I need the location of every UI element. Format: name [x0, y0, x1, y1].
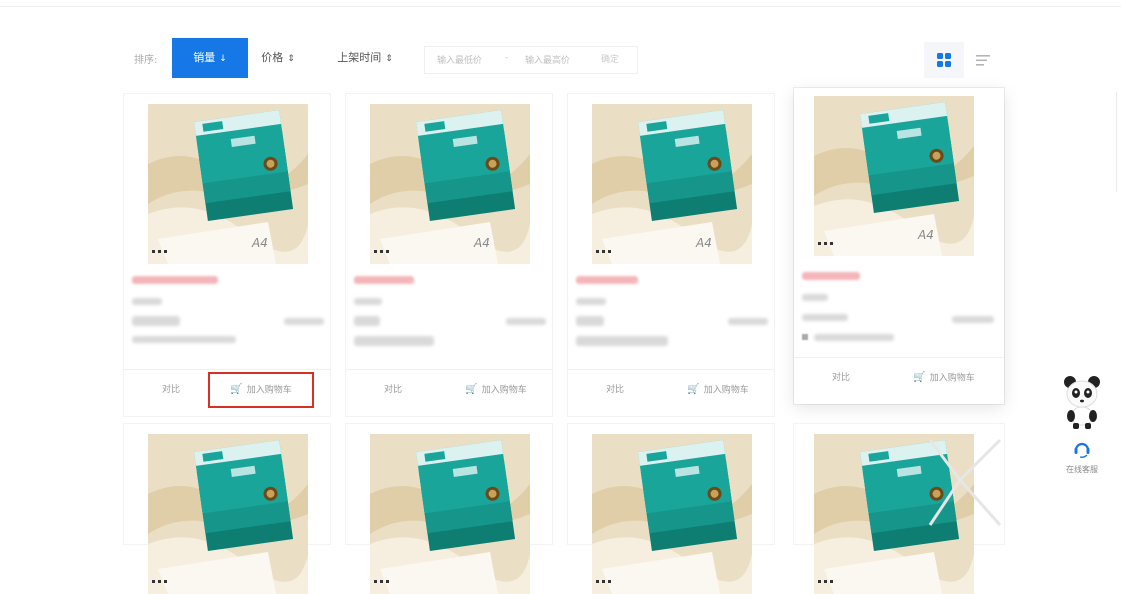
sort-by-sales-label: 销量 — [193, 51, 216, 64]
add-to-cart-button[interactable]: 🛒 加入购物车 — [208, 372, 314, 408]
card-divider — [124, 369, 330, 370]
product-image[interactable]: A4 — [592, 104, 752, 264]
cart-icon: 🛒 — [913, 372, 926, 383]
product-image-label: A4 — [251, 236, 268, 250]
product-image[interactable] — [148, 434, 308, 594]
card-divider — [568, 369, 774, 370]
product-image-label: A4 — [917, 228, 934, 242]
product-card[interactable] — [568, 424, 774, 594]
price-redacted — [576, 276, 638, 284]
product-card[interactable]: A4 对比 🛒 加入购物车 — [124, 94, 330, 416]
add-to-cart-label: 加入购物车 — [481, 385, 527, 396]
spec-redacted — [132, 316, 180, 326]
product-card[interactable] — [346, 424, 552, 594]
sort-by-listing-time-button[interactable]: 上架时间 ⇕ — [324, 38, 406, 78]
shop-redacted — [354, 336, 434, 346]
product-card-hovered[interactable]: A4 对比 🛒 加入购物车 — [794, 88, 1004, 404]
stock-redacted — [506, 318, 546, 325]
product-image-label: A4 — [473, 236, 490, 250]
sort-toggle-icon: ⇕ — [287, 54, 295, 64]
title-redacted — [132, 298, 162, 305]
add-to-cart-button[interactable]: 🛒 加入购物车 — [888, 360, 1000, 396]
price-range-filter: - 确定 — [424, 46, 638, 74]
sort-label: 排序: — [134, 55, 158, 66]
stock-redacted — [284, 318, 324, 325]
stock-redacted — [728, 318, 768, 325]
compare-button[interactable]: 对比 — [346, 372, 440, 408]
cart-icon: 🛒 — [465, 384, 478, 395]
shop-redacted — [814, 334, 894, 341]
price-redacted — [132, 276, 218, 284]
price-redacted — [802, 272, 860, 280]
product-card[interactable] — [124, 424, 330, 594]
shop-icon — [802, 334, 808, 340]
price-confirm-button[interactable]: 确定 — [601, 52, 619, 65]
price-range-separator: - — [505, 53, 509, 63]
sort-by-sales-button[interactable]: 销量 ↓ — [172, 38, 248, 78]
product-image[interactable]: A4 — [148, 104, 308, 264]
max-price-input[interactable] — [523, 52, 587, 70]
product-image-label: A4 — [695, 236, 712, 250]
compare-button[interactable]: 对比 — [568, 372, 662, 408]
spec-redacted — [802, 314, 848, 321]
grid-view-button[interactable] — [924, 42, 964, 78]
cart-icon: 🛒 — [230, 384, 243, 395]
add-to-cart-label: 加入购物车 — [703, 385, 749, 396]
grid-view-icon — [937, 53, 951, 67]
spec-redacted — [354, 316, 380, 326]
card-divider — [346, 369, 552, 370]
title-redacted — [576, 298, 606, 305]
add-to-cart-button[interactable]: 🛒 加入购物车 — [440, 372, 552, 408]
list-view-icon — [976, 55, 990, 66]
stock-redacted — [952, 316, 994, 323]
sort-toolbar: 排序: 销量↓ 价格⇕ 上架时间⇕ - 确定 — [124, 38, 1004, 78]
title-redacted — [354, 298, 382, 305]
product-image[interactable] — [370, 434, 530, 594]
panda-mascot-icon — [1064, 376, 1100, 458]
product-image[interactable]: A4 — [370, 104, 530, 264]
spec-redacted — [576, 316, 604, 326]
cart-icon: 🛒 — [687, 384, 700, 395]
watermark-logo — [928, 438, 1002, 526]
sort-by-price-button[interactable]: 价格 ⇕ — [250, 38, 306, 78]
online-service-widget[interactable]: 在线客服 — [1056, 372, 1108, 474]
online-service-label: 在线客服 — [1066, 465, 1098, 474]
top-divider — [0, 6, 1121, 7]
sort-down-icon: ↓ — [219, 54, 227, 64]
product-card[interactable]: A4 对比 🛒 加入购物车 — [568, 94, 774, 416]
title-redacted — [802, 294, 828, 301]
add-to-cart-button[interactable]: 🛒 加入购物车 — [662, 372, 774, 408]
sort-by-listing-time-label: 上架时间 — [337, 51, 382, 64]
min-price-input[interactable] — [435, 52, 499, 70]
product-image[interactable] — [592, 434, 752, 594]
compare-button[interactable]: 对比 — [794, 360, 888, 396]
right-edge-divider — [1116, 92, 1117, 192]
list-view-button[interactable] — [973, 48, 993, 72]
sort-by-price-label: 价格 — [261, 51, 284, 64]
product-image[interactable]: A4 — [814, 96, 974, 256]
product-card[interactable]: A4 对比 🛒 加入购物车 — [346, 94, 552, 416]
add-to-cart-label: 加入购物车 — [246, 385, 292, 396]
shop-redacted — [132, 336, 236, 343]
sort-toggle-icon: ⇕ — [385, 54, 393, 64]
headset-icon — [1074, 442, 1090, 458]
compare-button[interactable]: 对比 — [124, 372, 218, 408]
price-redacted — [354, 276, 414, 284]
add-to-cart-label: 加入购物车 — [929, 373, 975, 384]
shop-redacted — [576, 336, 668, 346]
card-divider — [794, 357, 1004, 358]
